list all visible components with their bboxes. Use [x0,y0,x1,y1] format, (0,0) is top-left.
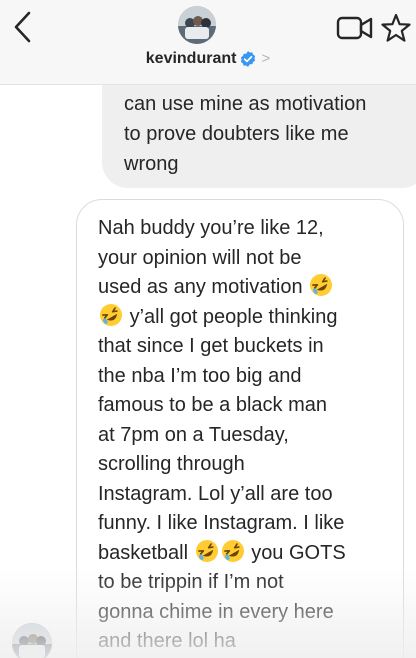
chevron-right-icon: > [261,50,271,67]
video-camera-icon[interactable] [336,14,374,42]
back-chevron-icon[interactable] [10,10,36,44]
sender-avatar-image [12,623,52,658]
username: kevindurant [145,50,237,67]
dm-thread-screen: kevindurant > can use mine as motivation… [0,0,416,658]
message-line: scrolling through [98,453,245,475]
sender-avatar[interactable] [12,623,52,658]
avatar-image [178,6,216,44]
incoming-message-bubble[interactable]: Nah buddy you’re like 12, your opinion w… [76,199,404,658]
message-line: your opinion will not be [98,246,302,269]
message-thread[interactable]: can use mine as motivation to prove doub… [0,85,416,658]
profile-avatar[interactable] [178,6,216,44]
message-line: and there lol ha [98,630,236,652]
message-line: at 7pm on a Tuesday, [98,423,289,446]
message-line: Instagram. Lol y’all are too [98,482,333,505]
message-line: funny. I like Instagram. I like [98,512,345,534]
star-icon[interactable] [380,12,412,44]
outgoing-message-bubble[interactable]: can use mine as motivation to prove doub… [102,85,416,188]
rolling-laughing-emoji-icon [310,274,333,296]
outgoing-message-text: can use mine as motivation to prove doub… [124,93,367,175]
message-line: to be trippin if I’m not [98,571,284,593]
thread-header: kevindurant > [0,0,416,85]
message-line: that since I get buckets in [98,335,324,357]
message-line: y’all got people thinking [98,303,391,333]
username-row[interactable]: kevindurant > [0,49,416,69]
message-line: the nba I’m too big and [98,364,302,387]
message-line: basketball you GOTS [98,539,391,569]
rolling-laughing-emoji-icon [195,539,218,562]
message-line: used as any motivation [98,273,391,303]
message-line: gonna chime in every here [98,600,334,623]
rolling-laughing-emoji-icon [100,303,122,326]
rolling-laughing-emoji-icon [221,539,244,562]
incoming-message-text: Nah buddy you’re like 12, your opinion w… [98,214,391,657]
verified-badge-icon [241,51,256,67]
message-line: famous to be a black man [98,394,328,416]
message-line: Nah buddy you’re like 12, [98,217,324,239]
